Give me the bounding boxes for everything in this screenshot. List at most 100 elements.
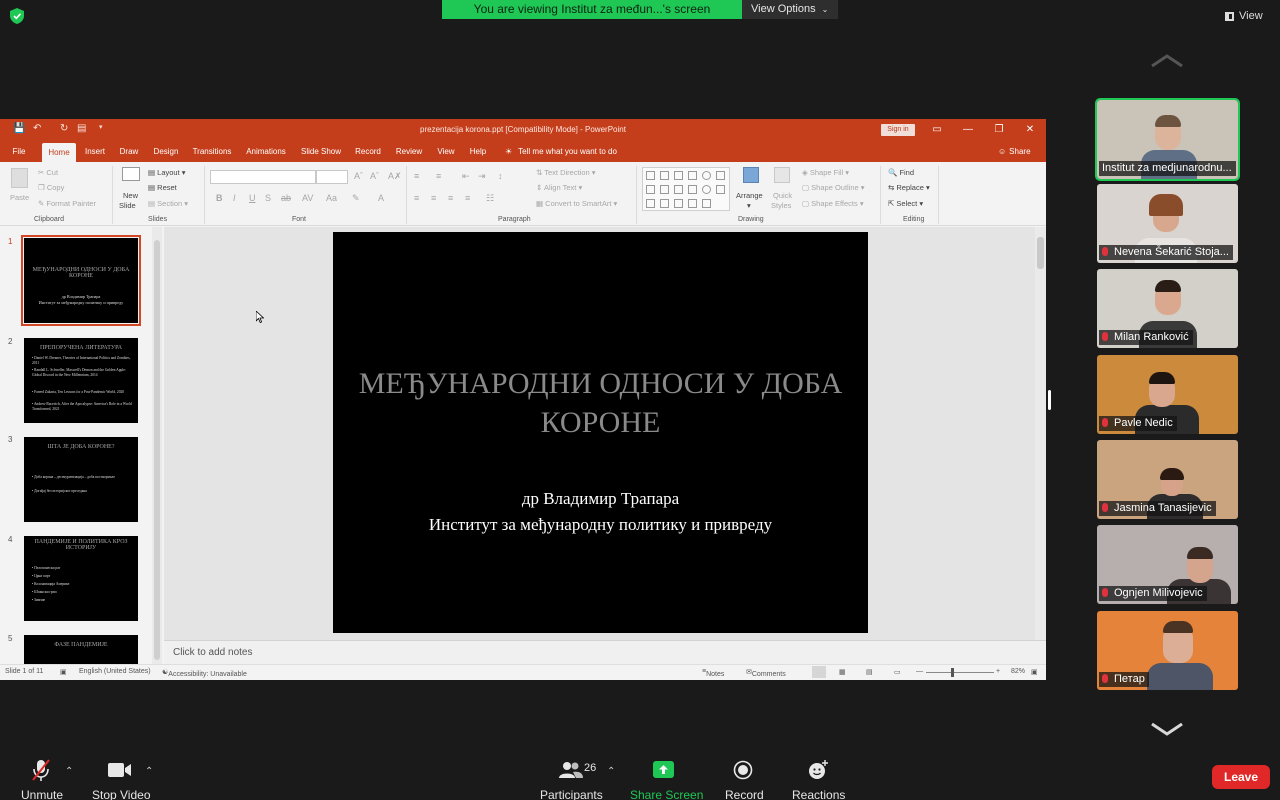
font-size-box[interactable] bbox=[316, 170, 348, 184]
cut-button[interactable]: ✂ Cut bbox=[38, 168, 58, 177]
zoom-in-icon[interactable]: + bbox=[996, 668, 1000, 675]
slide-scrollbar[interactable] bbox=[1035, 227, 1046, 640]
convert-smartart-button[interactable]: ▦ Convert to SmartArt ▾ bbox=[536, 199, 617, 208]
view-options-button[interactable]: View Options ⌄ bbox=[742, 0, 838, 19]
copy-button[interactable]: ❐ Copy bbox=[38, 183, 64, 192]
slideshow-view-icon[interactable]: ▭ bbox=[894, 668, 901, 676]
chevron-down-icon[interactable] bbox=[1150, 722, 1184, 736]
tab-design[interactable]: Design bbox=[148, 141, 184, 162]
align-right-icon[interactable]: ≡ bbox=[448, 193, 453, 203]
new-slide-button[interactable]: New Slide bbox=[117, 167, 145, 213]
record-button[interactable]: Record bbox=[722, 756, 764, 800]
slide-subtitle[interactable]: др Владимир Трапара Институт за међунаро… bbox=[333, 486, 868, 538]
participants-options-chevron-icon[interactable]: ⌃ bbox=[607, 766, 615, 777]
font-family-box[interactable] bbox=[210, 170, 316, 184]
close-icon[interactable]: ✕ bbox=[1015, 119, 1045, 141]
columns-icon[interactable]: ☷ bbox=[486, 193, 494, 204]
quick-styles-button[interactable]: Quick Styles bbox=[768, 167, 798, 213]
tab-review[interactable]: Review bbox=[390, 141, 428, 162]
arrange-button[interactable]: Arrange ▾ bbox=[734, 167, 768, 213]
audio-options-chevron-icon[interactable]: ⌃ bbox=[65, 766, 73, 777]
participant-tile[interactable]: Milan Ranković bbox=[1097, 269, 1238, 348]
stop-video-button[interactable]: Stop Video bbox=[90, 756, 151, 800]
normal-view-icon[interactable] bbox=[812, 666, 826, 678]
reactions-button[interactable]: Reactions bbox=[790, 756, 845, 800]
numbering-icon[interactable]: ≡ bbox=[436, 171, 441, 181]
language-status[interactable]: English (United States) bbox=[79, 668, 151, 675]
ribbon-display-icon[interactable]: ▭ bbox=[922, 119, 952, 141]
sign-in-button[interactable]: Sign in bbox=[881, 124, 915, 136]
slide-thumbnail-3[interactable]: ШТА ЈЕ ДОБА КОРОНЕ? • Доба корона – десе… bbox=[24, 437, 138, 522]
accessibility-status[interactable]: ☯ Accessibility: Unavailable bbox=[162, 668, 247, 678]
shape-fill-button[interactable]: ◈ Shape Fill ▾ bbox=[802, 168, 849, 177]
notes-pane[interactable]: Click to add notes bbox=[164, 640, 1046, 664]
bold-icon[interactable]: B bbox=[216, 193, 223, 203]
tab-slide-show[interactable]: Slide Show bbox=[296, 141, 346, 162]
tab-home[interactable]: Home bbox=[42, 143, 76, 162]
panel-splitter[interactable] bbox=[1048, 390, 1051, 410]
find-button[interactable]: 🔍 Find bbox=[888, 168, 914, 177]
participant-tile[interactable]: Петар bbox=[1097, 611, 1238, 690]
slide-scrollbar-thumb[interactable] bbox=[1037, 237, 1044, 269]
reading-view-icon[interactable]: ▤ bbox=[866, 668, 873, 676]
tab-insert[interactable]: Insert bbox=[80, 141, 110, 162]
italic-icon[interactable]: I bbox=[233, 193, 236, 203]
tab-help[interactable]: Help bbox=[464, 141, 492, 162]
zoom-level[interactable]: 82% bbox=[1011, 668, 1025, 675]
font-grow-icon[interactable]: Aˆ bbox=[354, 171, 363, 181]
participant-tile[interactable]: Nevena Šekarić Stoja... bbox=[1097, 184, 1238, 263]
tab-draw[interactable]: Draw bbox=[114, 141, 144, 162]
participant-tile[interactable]: Pavle Nedic bbox=[1097, 355, 1238, 434]
zoom-out-icon[interactable]: — bbox=[916, 668, 923, 675]
tab-transitions[interactable]: Transitions bbox=[188, 141, 236, 162]
spellcheck-icon[interactable]: ▣ bbox=[60, 668, 67, 676]
leave-button[interactable]: Leave bbox=[1212, 765, 1270, 789]
clear-format-icon[interactable]: A✗ bbox=[388, 171, 402, 182]
change-case-icon[interactable]: Aa bbox=[326, 193, 337, 203]
notes-toggle[interactable]: ≡ Notes bbox=[702, 668, 724, 678]
fit-to-window-icon[interactable]: ▣ bbox=[1031, 668, 1038, 676]
video-options-chevron-icon[interactable]: ⌃ bbox=[145, 766, 153, 777]
bullets-icon[interactable]: ≡ bbox=[414, 171, 419, 181]
strikethrough-icon[interactable]: ab bbox=[281, 193, 291, 203]
slide-thumbnail-4[interactable]: ПАНДЕМИЈЕ И ПОЛИТИКА КРОЗ ИСТОРИЈУ • Пел… bbox=[24, 536, 138, 621]
chevron-up-icon[interactable] bbox=[1150, 54, 1184, 68]
font-shrink-icon[interactable]: Aˇ bbox=[370, 171, 379, 181]
slide-thumbnail-1[interactable]: МЕЂУНАРОДНИ ОДНОСИ У ДОБА КОРОНЕ др Влад… bbox=[21, 235, 141, 326]
replace-button[interactable]: ⇆ Replace ▾ bbox=[888, 183, 930, 192]
share-screen-button[interactable]: Share Screen bbox=[628, 756, 703, 800]
select-button[interactable]: ⇱ Select ▾ bbox=[888, 199, 923, 208]
font-color-icon[interactable]: A bbox=[378, 193, 384, 203]
tell-me-search[interactable]: ☀ Tell me what you want to do bbox=[505, 141, 617, 162]
shadow-icon[interactable]: S bbox=[265, 193, 271, 203]
maximize-icon[interactable]: ❐ bbox=[984, 119, 1014, 141]
char-spacing-icon[interactable]: AV bbox=[302, 193, 313, 203]
comments-toggle[interactable]: ✉ Comments bbox=[746, 668, 786, 678]
align-left-icon[interactable]: ≡ bbox=[414, 193, 419, 203]
tab-view[interactable]: View bbox=[432, 141, 460, 162]
participant-tile[interactable]: Institut za medjunarodnu... bbox=[1095, 98, 1240, 181]
tab-record[interactable]: Record bbox=[350, 141, 386, 162]
share-button[interactable]: ☺ Share bbox=[998, 141, 1031, 162]
slide-sorter-icon[interactable]: ▦ bbox=[839, 668, 846, 676]
align-center-icon[interactable]: ≡ bbox=[431, 193, 436, 203]
shapes-gallery[interactable] bbox=[642, 167, 730, 211]
slide-title[interactable]: МЕЂУНАРОДНИ ОДНОСИ У ДОБА КОРОНЕ bbox=[333, 364, 868, 442]
participant-tile[interactable]: Jasmina Tanasijevic bbox=[1097, 440, 1238, 519]
decrease-indent-icon[interactable]: ⇤ bbox=[462, 171, 470, 182]
participants-button[interactable]: 26 Participants bbox=[540, 756, 604, 800]
tab-file[interactable]: File bbox=[6, 141, 32, 162]
section-button[interactable]: ▤ Section ▾ bbox=[148, 199, 188, 208]
slide-thumbnail-2[interactable]: ПРЕПОРУЧЕНА ЛИТЕРАТУРА • Daniel W. Drezn… bbox=[24, 338, 138, 423]
layout-button[interactable]: ▤ Layout ▾ bbox=[148, 168, 186, 177]
view-button[interactable]: View bbox=[1225, 8, 1263, 24]
encryption-shield-icon[interactable] bbox=[10, 8, 24, 24]
shape-effects-button[interactable]: ▢ Shape Effects ▾ bbox=[802, 199, 864, 208]
participant-tile[interactable]: Ognjen Milivojevic bbox=[1097, 525, 1238, 604]
unmute-button[interactable]: Unmute bbox=[14, 756, 68, 800]
underline-icon[interactable]: U bbox=[249, 193, 256, 203]
increase-indent-icon[interactable]: ⇥ bbox=[478, 171, 486, 182]
reset-button[interactable]: ▤ Reset bbox=[148, 183, 177, 192]
highlight-icon[interactable]: ✎ bbox=[352, 193, 360, 204]
current-slide[interactable]: МЕЂУНАРОДНИ ОДНОСИ У ДОБА КОРОНЕ др Влад… bbox=[333, 232, 868, 633]
